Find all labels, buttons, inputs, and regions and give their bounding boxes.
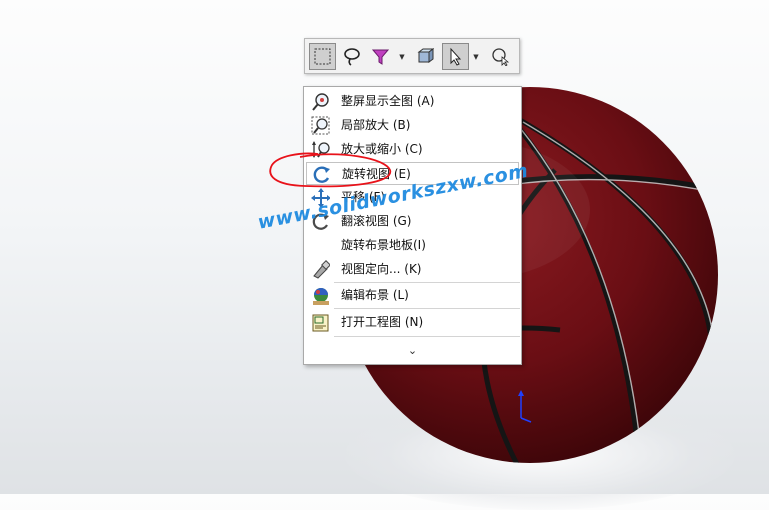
- lasso-icon: [344, 48, 360, 66]
- menu-expand-chevron[interactable]: ⌄: [304, 342, 521, 360]
- menu-label: 旋转布景地板(I): [341, 238, 426, 252]
- zoom-to-area-icon: [311, 116, 330, 135]
- menu-item-edit-scene[interactable]: 编辑布景 (L): [306, 284, 519, 307]
- filter-dropdown-arrow[interactable]: ▼: [397, 43, 407, 70]
- edit-scene-icon: [313, 288, 329, 305]
- menu-item-zoom-to-area[interactable]: 局部放大 (B): [306, 114, 519, 137]
- magnifying-selection-button[interactable]: [487, 43, 514, 70]
- selection-toolbar: ▼ ▼: [304, 38, 520, 74]
- menu-label: 局部放大 (B): [341, 118, 411, 132]
- cube-section-icon: [417, 48, 434, 63]
- menu-label: 视图定向... (K): [341, 262, 422, 276]
- pointer-dropdown-arrow[interactable]: ▼: [471, 43, 481, 70]
- menu-separator: [334, 308, 520, 309]
- lasso-select-button[interactable]: [338, 43, 365, 70]
- section-view-button[interactable]: [411, 43, 438, 70]
- dotted-rectangle-icon: [314, 48, 331, 65]
- menu-label: 放大或缩小 (C): [341, 142, 423, 156]
- coordinate-triad: [518, 390, 532, 423]
- view-orientation-icon: [313, 260, 330, 279]
- rotate-view-icon: [313, 166, 330, 183]
- menu-item-zoom-in-out[interactable]: 放大或缩小 (C): [306, 138, 519, 161]
- menu-label: 编辑布景 (L): [341, 288, 409, 302]
- menu-item-open-drawing[interactable]: 打开工程图 (N): [306, 311, 519, 334]
- open-drawing-icon: [312, 314, 329, 332]
- menu-separator: [334, 282, 520, 283]
- menu-label: 打开工程图 (N): [341, 315, 424, 329]
- menu-separator: [334, 336, 520, 337]
- magnifier-cursor-icon: [492, 48, 510, 66]
- menu-item-zoom-to-fit[interactable]: 整屏显示全图 (A): [306, 90, 519, 113]
- pointer-arrow-icon: [450, 47, 462, 66]
- menu-item-rotate-scene-floor[interactable]: 旋转布景地板(I): [306, 234, 519, 257]
- select-pointer-button[interactable]: [442, 43, 469, 70]
- menu-label: 整屏显示全图 (A): [341, 94, 435, 108]
- menu-item-view-orientation[interactable]: 视图定向... (K): [306, 258, 519, 281]
- menu-label: 旋转视图 (E): [342, 167, 411, 181]
- view-context-menu: 整屏显示全图 (A) 局部放大 (B) 放大或缩小 (C) 旋转视图 (E) 平…: [303, 86, 522, 365]
- zoom-in-out-icon: [312, 141, 330, 158]
- box-select-button[interactable]: [309, 43, 336, 70]
- filter-funnel-icon: [371, 49, 390, 65]
- selection-filter-button[interactable]: [367, 43, 394, 70]
- zoom-to-fit-icon: [312, 93, 329, 111]
